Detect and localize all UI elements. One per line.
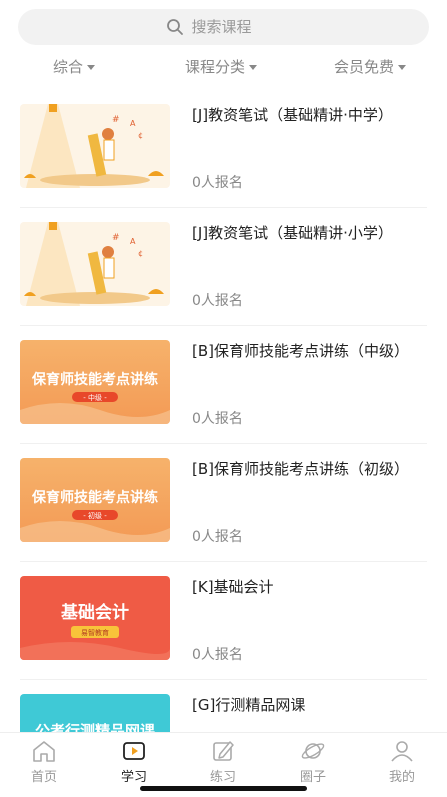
course-item[interactable]: 保育师技能考点讲练 - 初级 - [B]保育师技能考点讲练（初级） 0人报名 (20, 444, 427, 562)
svg-text:A: A (130, 237, 136, 246)
tab-label: 圈子 (299, 770, 326, 785)
home-icon (33, 741, 55, 762)
course-title: [G]行测精品网课 (192, 696, 306, 714)
thumb-badge: 易智教育 (81, 628, 109, 637)
filter-category[interactable]: 课程分类 (185, 56, 258, 77)
search-icon (166, 19, 183, 35)
search-bar[interactable] (18, 9, 429, 45)
user-icon (391, 741, 413, 762)
course-title: [B]保育师技能考点讲练（中级） (192, 342, 409, 360)
tab-label: 学习 (120, 770, 147, 785)
course-item[interactable]: # A ¢ [J]教资笔试（基础精讲·小学） 0人报名 (20, 208, 427, 326)
course-title: [J]教资笔试（基础精讲·小学） (192, 224, 393, 242)
course-item[interactable]: 保育师技能考点讲练 - 中级 - [B]保育师技能考点讲练（中级） 0人报名 (20, 326, 427, 444)
thumb-title: 基础会计 (60, 602, 129, 623)
tab-practice[interactable]: 练习 (193, 738, 253, 785)
filter-label: 课程分类 (185, 58, 246, 76)
course-thumbnail: # A ¢ (20, 222, 170, 306)
course-item[interactable]: 基础会计 易智教育 [K]基础会计 0人报名 (20, 562, 427, 680)
svg-text:#: # (112, 115, 120, 125)
filter-label: 会员免费 (334, 58, 395, 76)
thumb-title: 保育师技能考点讲练 (31, 489, 158, 506)
enrollment-count: 0人报名 (192, 529, 243, 545)
tab-label: 首页 (30, 770, 57, 785)
course-list: # A ¢ [J]教资笔试（基础精讲·中学） 0人报名 # A ¢ [J]教资笔… (0, 90, 447, 797)
caret-down-icon (87, 64, 96, 70)
tab-label: 我的 (388, 770, 415, 785)
caret-down-icon (398, 64, 407, 70)
edit-icon (213, 741, 234, 761)
course-thumbnail: 保育师技能考点讲练 - 初级 - (20, 458, 170, 542)
course-item[interactable]: # A ¢ [J]教资笔试（基础精讲·中学） 0人报名 (20, 90, 427, 208)
caret-down-icon (249, 64, 258, 70)
svg-text:¢: ¢ (138, 249, 143, 258)
filter-member-free[interactable]: 会员免费 (334, 56, 407, 77)
svg-text:A: A (130, 119, 136, 128)
play-icon (123, 742, 145, 760)
course-thumbnail: 保育师技能考点讲练 - 中级 - (20, 340, 170, 424)
filter-comprehensive[interactable]: 综合 (53, 56, 96, 77)
course-title: [B]保育师技能考点讲练（初级） (192, 460, 409, 478)
svg-text:¢: ¢ (138, 131, 143, 140)
filter-label: 综合 (53, 58, 84, 76)
tab-label: 练习 (209, 770, 236, 785)
tab-study[interactable]: 学习 (104, 738, 164, 785)
tab-circle[interactable]: 圈子 (283, 738, 343, 785)
planet-icon (301, 743, 325, 759)
svg-text:#: # (112, 233, 120, 243)
thumb-title: 保育师技能考点讲练 (31, 371, 158, 388)
thumb-badge: - 初级 - (83, 511, 107, 520)
course-thumbnail: 基础会计 易智教育 (20, 576, 170, 660)
enrollment-count: 0人报名 (192, 293, 243, 309)
filter-bar: 综合 课程分类 会员免费 (0, 56, 447, 82)
enrollment-count: 0人报名 (192, 647, 243, 663)
course-title: [J]教资笔试（基础精讲·中学） (192, 106, 393, 124)
home-indicator (140, 786, 307, 791)
enrollment-count: 0人报名 (192, 175, 243, 191)
course-title: [K]基础会计 (192, 578, 274, 596)
thumb-badge: - 中级 - (83, 393, 107, 402)
search-input[interactable] (191, 18, 282, 36)
tab-mine[interactable]: 我的 (372, 738, 432, 785)
enrollment-count: 0人报名 (192, 411, 243, 427)
app-screen: 综合 课程分类 会员免费 # (0, 0, 447, 797)
tab-home[interactable]: 首页 (14, 738, 74, 785)
course-thumbnail: # A ¢ (20, 104, 170, 188)
